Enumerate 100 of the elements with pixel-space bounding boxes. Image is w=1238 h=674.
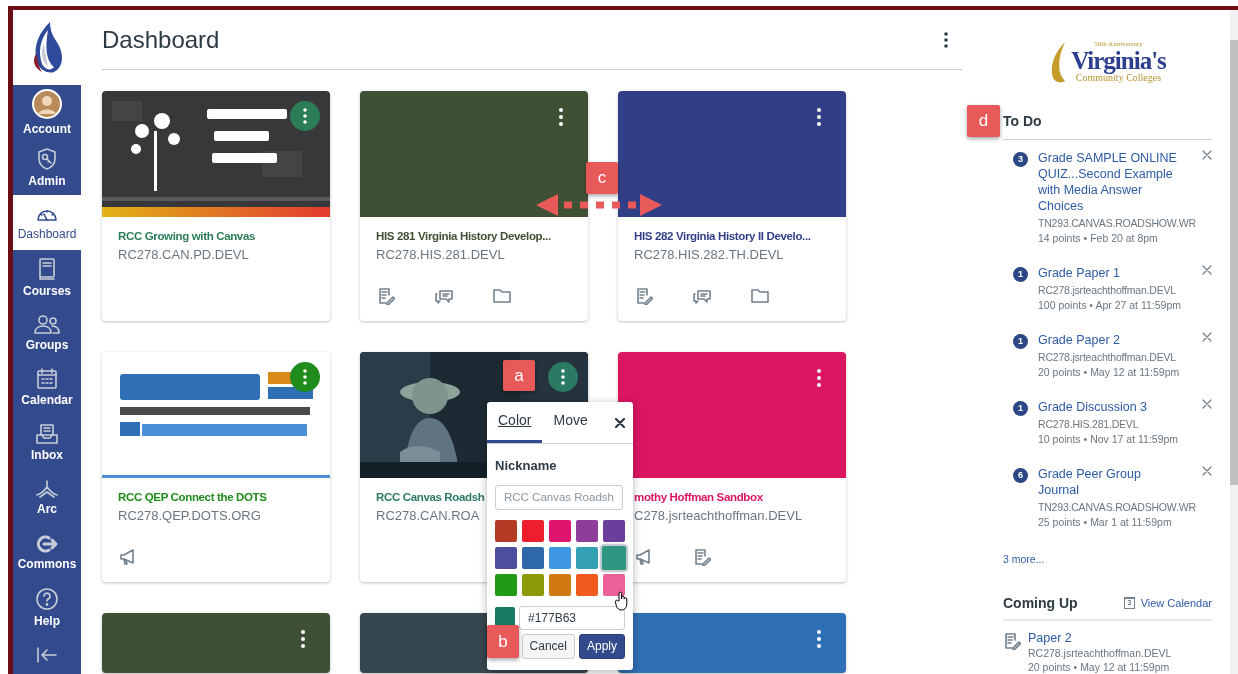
course-card[interactable]: RCC QEP Connect the DOTS RC278.QEP.DOTS.ORG <box>102 352 330 582</box>
assignments-link[interactable] <box>376 286 396 306</box>
nav-item[interactable]: Dashboard <box>13 195 81 250</box>
more-link[interactable]: 3 more... <box>1003 552 1212 568</box>
course-title[interactable]: HIS 281 Virginia History Develop... <box>376 228 572 244</box>
kebab-icon <box>817 369 821 387</box>
apply-button[interactable]: Apply <box>578 633 625 659</box>
nav-item[interactable]: Calendar <box>13 360 81 415</box>
kebab-icon <box>817 108 821 126</box>
scrollbar[interactable] <box>1230 10 1238 674</box>
close-icon <box>615 417 625 428</box>
course-code: TN293.CANVAS.ROADSHOW.WR <box>1038 216 1197 231</box>
arrow-right-icon <box>35 534 59 554</box>
course-title[interactable]: HIS 282 Virginia History II Develo... <box>634 228 830 244</box>
color-swatch[interactable] <box>549 573 571 596</box>
nav-item[interactable]: Arc <box>13 470 81 525</box>
nav-item[interactable]: Help <box>13 580 81 635</box>
color-swatch[interactable] <box>603 519 625 542</box>
hand-cursor-icon <box>615 591 629 611</box>
discussion-icon <box>434 287 454 305</box>
nav-item[interactable]: Inbox <box>13 415 81 470</box>
assignments-link[interactable] <box>692 547 712 567</box>
todo-link[interactable]: Grade SAMPLE ONLINE QUIZ...Second Example with Media Answer Choices <box>1038 150 1178 214</box>
course-code: TN293.CANVAS.ROADSHOW.WR <box>1038 500 1197 515</box>
scrollbar-thumb[interactable] <box>1230 40 1238 485</box>
hex-field[interactable]: #177B63 <box>519 605 625 630</box>
course-card[interactable]: mothy Hoffman Sandbox C278.jsrteachthoffman.DEVL <box>618 352 846 582</box>
nav-item[interactable]: Courses <box>13 250 81 305</box>
card-menu-button[interactable] <box>558 107 564 127</box>
todo-details: 100 points • Apr 27 at 11:59pm <box>1038 298 1182 313</box>
cancel-button[interactable]: Cancel <box>521 633 575 659</box>
todo-details: 20 points • May 12 at 11:59pm <box>1038 365 1181 380</box>
count-badge: 1 <box>1013 267 1028 282</box>
assignment-icon <box>693 548 711 566</box>
course-title[interactable]: RCC Growing with Canvas <box>118 228 314 244</box>
color-swatch[interactable] <box>495 519 517 542</box>
color-swatch[interactable] <box>576 519 598 542</box>
color-swatch[interactable] <box>549 546 571 569</box>
kebab-icon <box>561 369 565 385</box>
card-menu-button[interactable] <box>816 107 822 127</box>
close-button[interactable] <box>615 417 625 428</box>
color-swatch[interactable] <box>549 519 571 542</box>
discussion-icon <box>692 287 712 305</box>
close-icon <box>1202 265 1212 275</box>
course-card[interactable]: HIS 282 Virginia History II Develo... RC278.HIS.282.TH.DEVL <box>618 91 846 321</box>
color-swatch[interactable] <box>601 545 627 570</box>
close-icon <box>1202 399 1212 409</box>
kebab-icon <box>944 31 948 48</box>
nav-item[interactable]: Account <box>13 85 81 140</box>
course-code: RC278.HIS.281.DEVL <box>1038 417 1140 432</box>
close-icon <box>1202 150 1212 160</box>
count-badge: 1 <box>1013 334 1028 349</box>
files-link[interactable] <box>750 286 770 306</box>
color-swatch[interactable] <box>522 573 544 596</box>
todo-link[interactable]: Grade Paper 1 <box>1038 265 1178 281</box>
files-link[interactable] <box>492 286 512 306</box>
color-swatch[interactable] <box>576 573 598 596</box>
color-swatch[interactable] <box>522 519 544 542</box>
field-label: Nickname <box>495 457 558 475</box>
event-link[interactable]: Paper 2 <box>1028 629 1172 646</box>
course-code: RC278.QEP.DOTS.ORG <box>118 507 262 525</box>
nav-item[interactable]: Admin <box>13 140 81 195</box>
color-swatch[interactable] <box>522 546 544 569</box>
nav-item[interactable]: Commons <box>13 525 81 580</box>
inbox-icon <box>35 423 59 445</box>
count-badge: 3 <box>1013 152 1028 167</box>
megaphone-icon <box>119 548 137 566</box>
tab[interactable]: Color <box>487 401 543 443</box>
logo-subtitle: Community Colleges <box>1075 73 1162 83</box>
todo-details: 10 points • Nov 17 at 11:59pm <box>1038 432 1180 447</box>
course-code: RC278.HIS.282.TH.DEVL <box>634 246 785 264</box>
course-code: RC278.CAN.PD.DEVL <box>118 246 250 264</box>
card-menu-button[interactable] <box>300 629 306 649</box>
assignments-link[interactable] <box>634 286 654 306</box>
course-code: RC278.jsrteachthoffman.DEVL <box>1028 645 1172 660</box>
shield-key-icon <box>36 147 58 171</box>
color-swatch[interactable] <box>603 573 625 596</box>
course-code: RC278.jsrteachthoffman.DEVL <box>1038 350 1177 365</box>
nav-item[interactable]: Groups <box>13 305 81 360</box>
avatar <box>32 89 62 119</box>
card-menu-button[interactable] <box>816 368 822 388</box>
close-icon <box>1202 466 1212 476</box>
annotation-label: d <box>967 105 1000 137</box>
course-title[interactable]: RCC QEP Connect the DOTS <box>118 489 314 505</box>
people-icon <box>33 313 61 335</box>
course-title[interactable]: mothy Hoffman Sandbox <box>634 489 830 505</box>
color-swatch[interactable] <box>576 546 598 569</box>
course-card[interactable]: RCC Growing with Canvas RC278.CAN.PD.DEVL <box>102 91 330 321</box>
course-card[interactable]: HIS 281 Virginia History Develop... RC278.HIS.281.DEVL <box>360 91 588 321</box>
book-icon <box>37 257 57 281</box>
todo-link[interactable]: Grade Paper 2 <box>1038 332 1178 348</box>
nickname-field[interactable]: RCC Canvas Roadsh <box>495 484 623 510</box>
card-menu-button[interactable] <box>816 629 822 649</box>
color-swatch[interactable] <box>495 573 517 596</box>
todo-link[interactable]: Grade Peer Group Journal <box>1038 466 1178 498</box>
collapse-icon <box>36 646 58 663</box>
color-swatch[interactable] <box>495 546 517 569</box>
megaphone-icon <box>635 548 653 566</box>
course-card[interactable] <box>618 613 846 673</box>
todo-link[interactable]: Grade Discussion 3 <box>1038 399 1178 415</box>
